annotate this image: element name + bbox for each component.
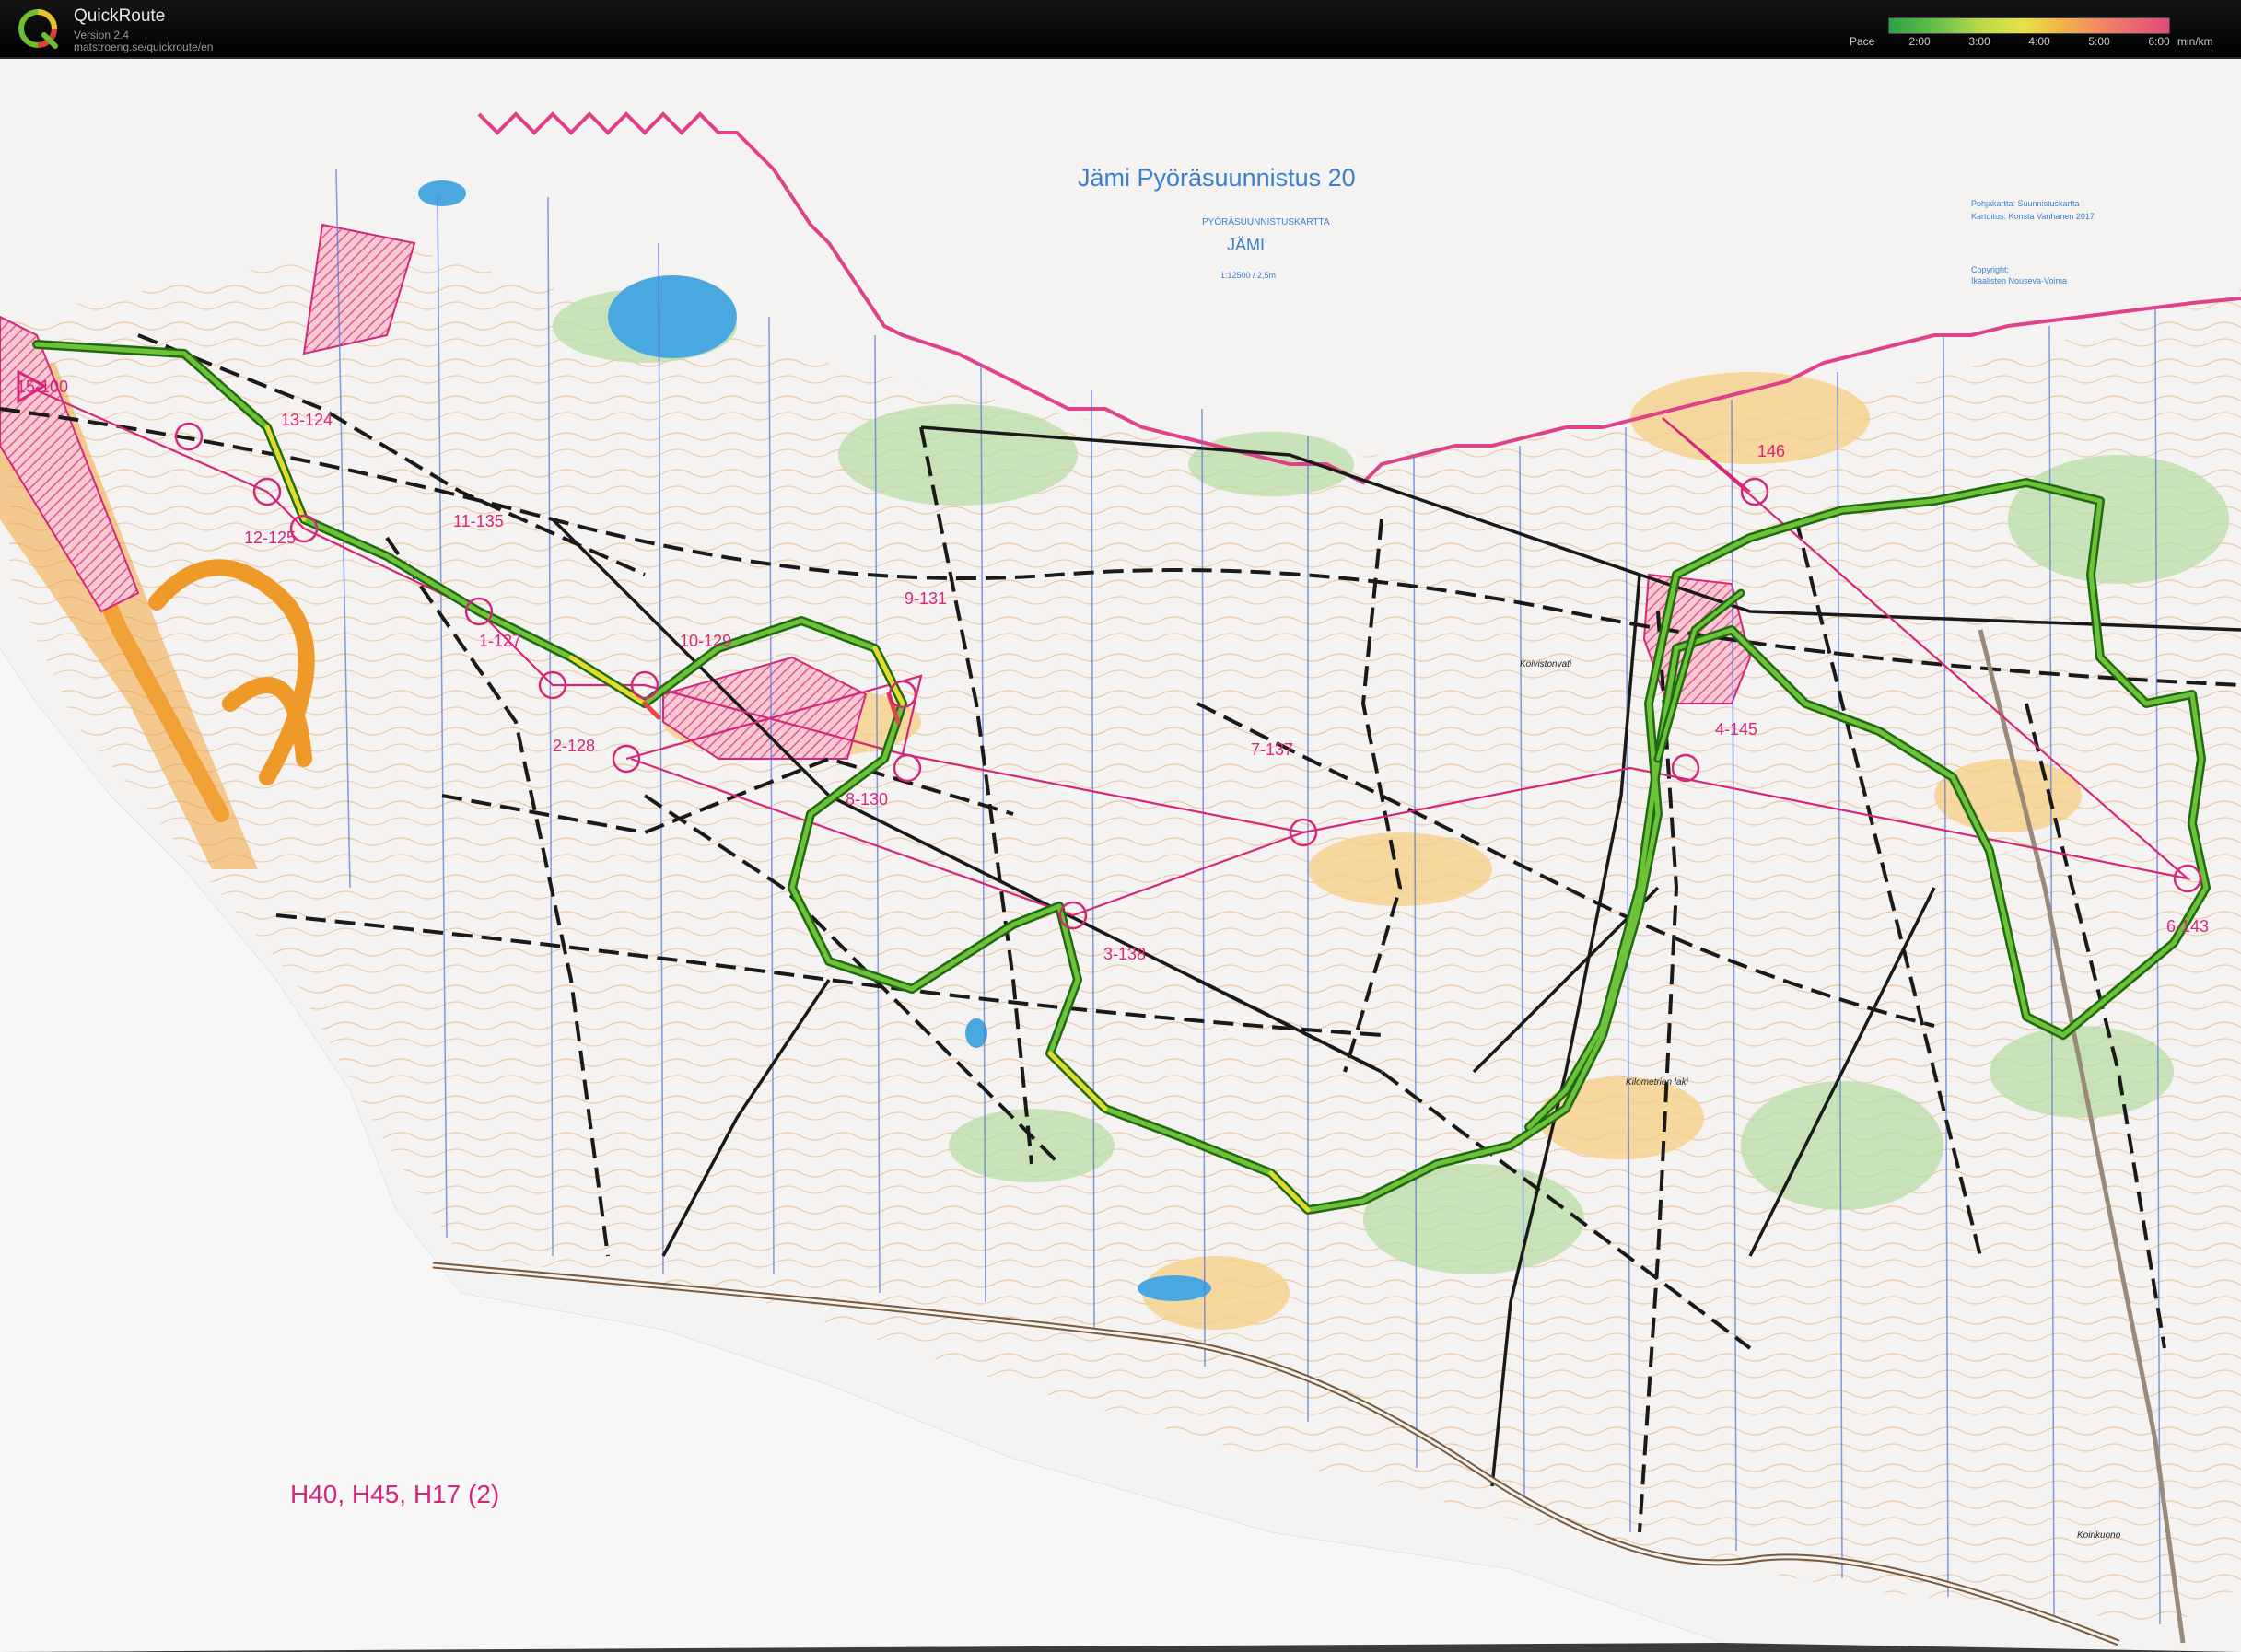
event-title: Jämi Pyöräsuunnistus 20 xyxy=(1078,164,1356,192)
control-label: 7-137 xyxy=(1251,740,1293,759)
map-canvas[interactable]: Jämi Pyöräsuunnistus 20 PYÖRÄSUUNNISTUSK… xyxy=(0,59,2241,1652)
pace-legend-unit: min/km xyxy=(2177,35,2213,48)
pace-color-scale xyxy=(1888,17,2170,34)
app-title: QuickRoute xyxy=(74,6,166,26)
control-label: 1-127 xyxy=(479,632,521,650)
map-credit: Ikaalisten Nouseva-Voima xyxy=(1971,276,2067,285)
place-name: Kilometrien laki xyxy=(1626,1077,1689,1088)
pace-legend-label: Pace xyxy=(1850,35,1875,48)
pace-tick: 2:00 xyxy=(1908,35,1931,48)
quickroute-logo-icon xyxy=(18,9,58,49)
app-url-link[interactable]: matstroeng.se/quickroute/en xyxy=(74,41,213,53)
scale-note: 1:12500 / 2,5m xyxy=(1220,271,1276,280)
control-label: 9-131 xyxy=(905,589,947,608)
course-class-label: H40, H45, H17 (2) xyxy=(290,1480,499,1508)
control-label: 11-135 xyxy=(453,512,504,530)
pace-tick: 6:00 xyxy=(2148,35,2170,48)
place-name: Koirikuono xyxy=(2077,1530,2121,1541)
pace-tick: 4:00 xyxy=(2028,35,2050,48)
pace-tick: 3:00 xyxy=(1968,35,1990,48)
control-label: 6-143 xyxy=(2166,917,2209,936)
map-credit: Kartoitus: Konsta Vanhanen 2017 xyxy=(1971,212,2095,221)
orienteering-map[interactable]: Jämi Pyöräsuunnistus 20 PYÖRÄSUUNNISTUSK… xyxy=(0,59,2241,1652)
control-label: 8-130 xyxy=(846,790,888,809)
map-credit: Copyright: xyxy=(1971,265,2009,274)
control-label: 13-124 xyxy=(281,411,333,429)
map-credit: Pohjakartta: Suunnistuskartta xyxy=(1971,199,2080,208)
control-label: 4-145 xyxy=(1715,720,1757,739)
control-label: 10-129 xyxy=(680,632,731,650)
control-label: 15-100 xyxy=(17,378,68,396)
control-label: 146 xyxy=(1757,442,1785,460)
control-label: 12-125 xyxy=(244,529,296,547)
app-version: Version 2.4 xyxy=(74,29,130,41)
map-type-label: PYÖRÄSUUNNISTUSKARTTA xyxy=(1202,216,1330,227)
map-name: JÄMI xyxy=(1227,236,1265,254)
control-label: 2-128 xyxy=(553,737,595,755)
control-label: 3-138 xyxy=(1103,945,1146,963)
place-name: Koivistonvati xyxy=(1520,659,1572,669)
pace-tick: 5:00 xyxy=(2088,35,2110,48)
app-toolbar: QuickRoute Version 2.4 matstroeng.se/qui… xyxy=(0,0,2241,59)
